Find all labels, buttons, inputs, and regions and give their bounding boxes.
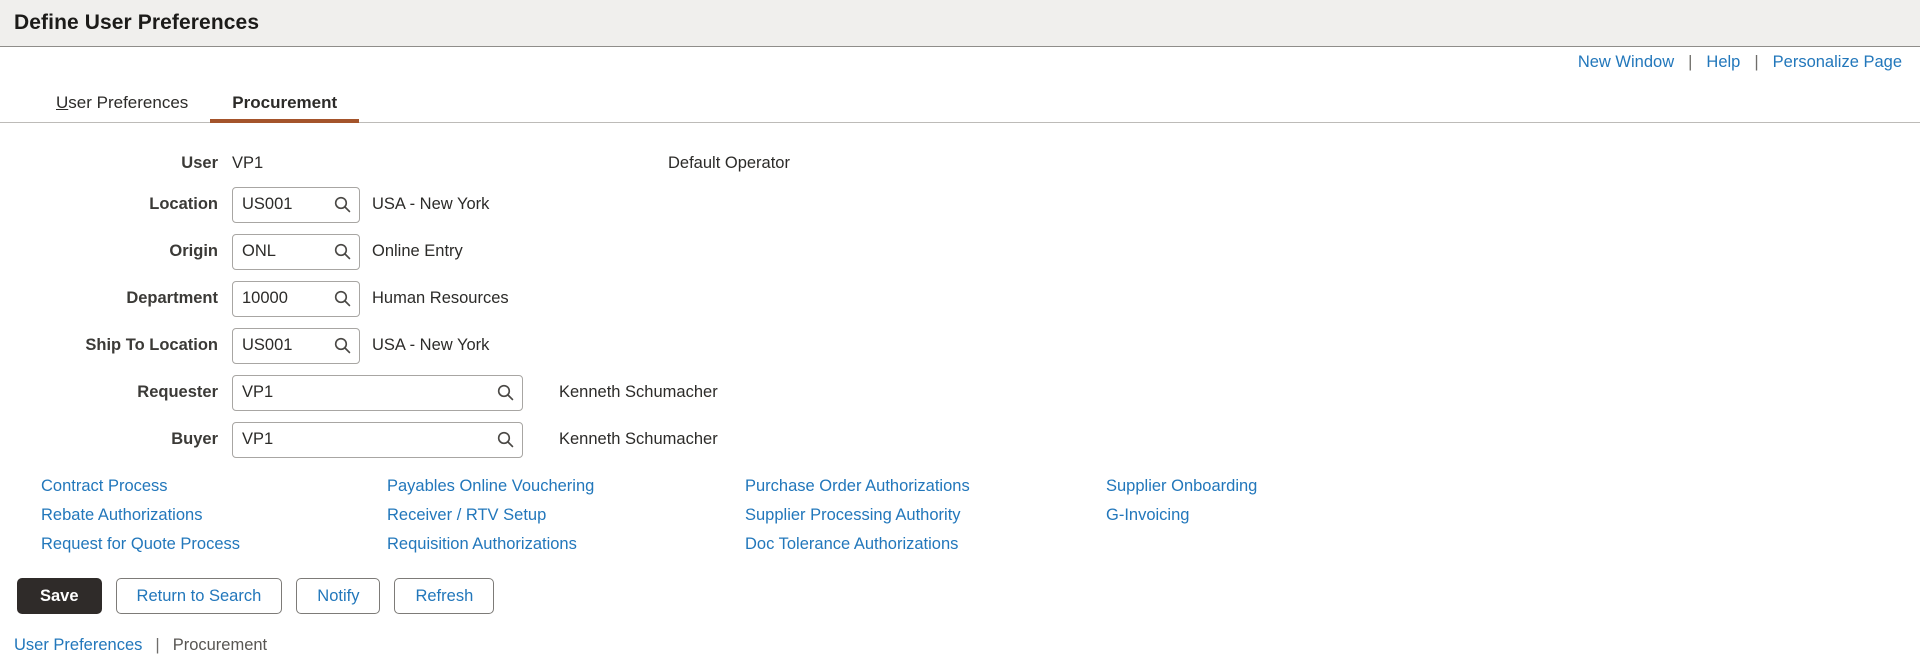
- action-button-row: Save Return to Search Notify Refresh: [0, 578, 1920, 614]
- department-lookup[interactable]: [232, 280, 360, 317]
- tab-user-preferences-label: ser Preferences: [68, 93, 189, 112]
- procurement-links-grid: Contract Process Rebate Authorizations R…: [0, 475, 1920, 556]
- origin-description: Online Entry: [372, 242, 463, 260]
- save-button[interactable]: Save: [17, 578, 102, 614]
- search-icon: [334, 290, 350, 307]
- origin-lookup[interactable]: [232, 233, 360, 270]
- tab-procurement-label: Procurement: [232, 93, 338, 112]
- return-to-search-button[interactable]: Return to Search: [115, 578, 283, 614]
- user-label: User: [181, 153, 218, 172]
- tab-bar: User Preferences Procurement: [0, 77, 1920, 123]
- location-label: Location: [149, 195, 218, 213]
- form-row-department: Department Human Resources: [0, 275, 1920, 322]
- utility-separator-1: |: [1688, 52, 1693, 71]
- tab-user-preferences[interactable]: User Preferences: [34, 94, 210, 122]
- links-column-1: Contract Process Rebate Authorizations R…: [41, 475, 387, 556]
- utility-links-bar: New Window | Help | Personalize Page: [0, 47, 1920, 77]
- rebate-authorizations-link[interactable]: Rebate Authorizations: [41, 504, 387, 527]
- notify-button[interactable]: Notify: [296, 578, 381, 614]
- form-row-origin: Origin Online Entry: [0, 228, 1920, 275]
- g-invoicing-link[interactable]: G-Invoicing: [1106, 504, 1406, 527]
- form-row-user: User VP1 Default Operator: [0, 145, 1920, 181]
- page-header: Define User Preferences: [0, 0, 1920, 47]
- breadcrumb-current-procurement: Procurement: [172, 636, 268, 654]
- procurement-preferences-form: User VP1 Default Operator Location USA -…: [0, 123, 1920, 463]
- department-label: Department: [126, 289, 218, 307]
- links-column-4: Supplier Onboarding G-Invoicing: [1106, 475, 1406, 556]
- search-icon: [334, 243, 350, 260]
- form-row-buyer: Buyer Kenneth Schumacher: [0, 416, 1920, 463]
- utility-separator-2: |: [1754, 52, 1759, 71]
- tab-user-preferences-accesskey: U: [56, 93, 69, 112]
- buyer-input[interactable]: [233, 422, 488, 457]
- requester-label: Requester: [137, 383, 218, 401]
- requisition-authorizations-link[interactable]: Requisition Authorizations: [387, 533, 745, 556]
- origin-input[interactable]: [233, 234, 325, 269]
- personalize-page-link[interactable]: Personalize Page: [1773, 53, 1902, 72]
- origin-label: Origin: [169, 242, 218, 260]
- ship-to-location-lookup-button[interactable]: [325, 329, 359, 363]
- department-description: Human Resources: [372, 289, 509, 307]
- buyer-label: Buyer: [171, 430, 218, 448]
- search-icon: [497, 431, 513, 448]
- requester-lookup-button[interactable]: [488, 376, 522, 410]
- default-operator-label: Default Operator: [668, 154, 790, 172]
- supplier-processing-authority-link[interactable]: Supplier Processing Authority: [745, 504, 1106, 527]
- requester-input[interactable]: [233, 375, 488, 410]
- page-title: Define User Preferences: [14, 11, 260, 34]
- payables-online-vouchering-link[interactable]: Payables Online Vouchering: [387, 475, 745, 498]
- department-input[interactable]: [233, 281, 325, 316]
- links-column-3: Purchase Order Authorizations Supplier P…: [745, 475, 1106, 556]
- ship-to-location-lookup[interactable]: [232, 327, 360, 364]
- links-column-2: Payables Online Vouchering Receiver / RT…: [387, 475, 745, 556]
- location-input[interactable]: [233, 187, 325, 222]
- form-row-location: Location USA - New York: [0, 181, 1920, 228]
- receiver-rtv-setup-link[interactable]: Receiver / RTV Setup: [387, 504, 745, 527]
- refresh-button[interactable]: Refresh: [394, 578, 495, 614]
- search-icon: [334, 196, 350, 213]
- request-for-quote-process-link[interactable]: Request for Quote Process: [41, 533, 387, 556]
- breadcrumb: User Preferences | Procurement: [0, 636, 1920, 655]
- breadcrumb-separator: |: [155, 636, 160, 654]
- supplier-onboarding-link[interactable]: Supplier Onboarding: [1106, 475, 1406, 498]
- help-link[interactable]: Help: [1706, 53, 1740, 72]
- ship-to-location-input[interactable]: [233, 328, 325, 363]
- ship-to-location-label: Ship To Location: [85, 336, 218, 354]
- new-window-link[interactable]: New Window: [1578, 53, 1674, 72]
- breadcrumb-user-preferences-link[interactable]: User Preferences: [14, 636, 142, 655]
- form-row-ship-to-location: Ship To Location USA - New York: [0, 322, 1920, 369]
- contract-process-link[interactable]: Contract Process: [41, 475, 387, 498]
- requester-description: Kenneth Schumacher: [559, 383, 718, 401]
- search-icon: [497, 384, 513, 401]
- buyer-lookup-button[interactable]: [488, 423, 522, 457]
- doc-tolerance-authorizations-link[interactable]: Doc Tolerance Authorizations: [745, 533, 1106, 556]
- origin-lookup-button[interactable]: [325, 235, 359, 269]
- form-row-requester: Requester Kenneth Schumacher: [0, 369, 1920, 416]
- location-description: USA - New York: [372, 195, 490, 213]
- user-value: VP1: [232, 153, 264, 172]
- buyer-lookup[interactable]: [232, 421, 523, 458]
- tab-procurement[interactable]: Procurement: [210, 93, 360, 123]
- requester-lookup[interactable]: [232, 374, 523, 411]
- department-lookup-button[interactable]: [325, 282, 359, 316]
- location-lookup-button[interactable]: [325, 188, 359, 222]
- ship-to-location-description: USA - New York: [372, 336, 490, 354]
- search-icon: [334, 337, 350, 354]
- buyer-description: Kenneth Schumacher: [559, 430, 718, 448]
- purchase-order-authorizations-link[interactable]: Purchase Order Authorizations: [745, 475, 1106, 498]
- location-lookup[interactable]: [232, 186, 360, 223]
